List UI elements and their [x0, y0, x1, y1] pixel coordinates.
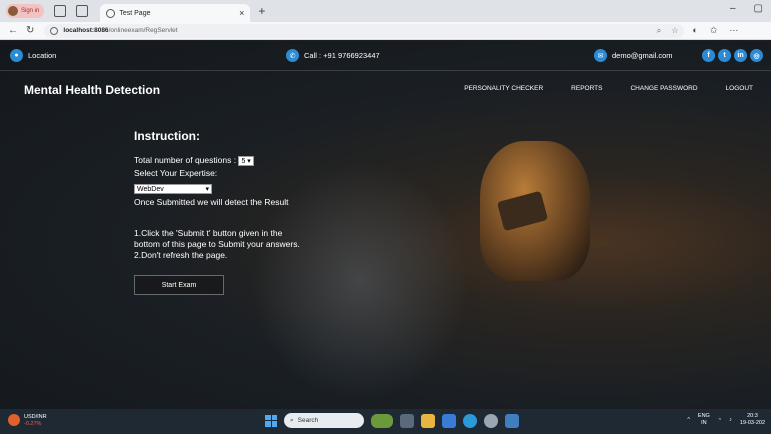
zoom-icon[interactable]: ⌕ [657, 26, 661, 36]
menu-change-password[interactable]: CHANGE PASSWORD [630, 85, 697, 92]
facebook-icon[interactable]: f [702, 49, 715, 62]
task-view-icon[interactable] [400, 413, 414, 428]
twitter-icon[interactable]: t [718, 49, 731, 62]
os-taskbar: USD/INR -0.27% ⌕ Search ^ ENG IN ◔ ♪ 20:… [0, 409, 771, 434]
expertise-label: Select Your Expertise: [134, 168, 218, 178]
total-questions-label: Total number of questions : [134, 155, 237, 165]
search-icon: ⌕ [290, 416, 294, 424]
total-questions-select[interactable]: 5 ▾ [238, 155, 254, 166]
edge-icon[interactable] [463, 413, 477, 428]
tab-test-page[interactable]: Test Page × [100, 4, 251, 22]
lang-label: ENG [697, 413, 710, 419]
new-tab-button[interactable]: + [258, 4, 265, 18]
globe-icon [106, 8, 116, 18]
minimize-icon[interactable]: – [730, 3, 736, 14]
maximize-icon[interactable]: ▢ [754, 3, 763, 14]
expertise-select[interactable]: WebDev ▾ [134, 184, 212, 195]
wifi-icon[interactable]: ◔ [718, 417, 721, 424]
vscode-icon[interactable] [505, 413, 519, 428]
widget-landscape-icon[interactable] [371, 413, 393, 428]
contact-infobar: ● Location ✆ Call : +91 9766923447 ✉ dem… [0, 41, 771, 71]
phone-icon: ✆ [286, 49, 299, 62]
ticker-icon [8, 414, 20, 426]
once-submitted-text: Once Submitted we will detect the Result [134, 197, 289, 207]
clock-date: 19-03-202 [739, 420, 765, 426]
info-icon[interactable] [50, 26, 59, 35]
menu-reports[interactable]: REPORTS [571, 85, 602, 92]
rule-1: 1.Click the 'Submit t' button given in t… [134, 228, 300, 249]
store-icon[interactable] [442, 413, 456, 428]
menu-personality-checker[interactable]: PERSONALITY CHECKER [464, 85, 543, 92]
expertise-value: WebDev [137, 186, 164, 194]
system-tray: ^ ENG IN ◔ ♪ 20:3 19-03-202 [687, 413, 765, 427]
mail-icon: ✉ [594, 49, 607, 62]
back-icon[interactable]: ← [8, 25, 18, 36]
language-indicator[interactable]: ENG IN [698, 413, 710, 427]
location-info: ● Location [10, 49, 56, 62]
site-brand[interactable]: Mental Health Detection [24, 83, 160, 97]
workspaces-icon[interactable] [54, 5, 67, 17]
reload-icon[interactable]: ↻ [26, 25, 34, 36]
clock-time: 20:3 [747, 413, 758, 419]
region-label: IN [701, 420, 707, 426]
tab-actions-icon[interactable] [76, 5, 89, 17]
windows-start-icon[interactable] [265, 414, 277, 427]
avatar [8, 6, 18, 16]
address-bar: ← ↻ localhost:8086 /onlineexam/RegServle… [0, 22, 771, 40]
copilot-icon[interactable]: ◐ [692, 25, 697, 36]
location-text: Location [28, 51, 57, 60]
location-pin-icon: ● [10, 49, 23, 62]
settings-icon[interactable] [484, 413, 498, 428]
start-exam-button[interactable]: Start Exam [134, 275, 224, 295]
url-host: localhost:8086 [63, 27, 109, 34]
instruction-heading: Instruction: [134, 129, 200, 143]
file-explorer-icon[interactable] [421, 413, 435, 428]
close-tab-icon[interactable]: × [239, 8, 244, 18]
main-menu: PERSONALITY CHECKER REPORTS CHANGE PASSW… [464, 85, 753, 92]
instagram-icon[interactable]: ◎ [750, 49, 763, 62]
ticker-label: USD/INR [24, 414, 47, 420]
url-field[interactable]: localhost:8086 /onlineexam/RegServlet ⌕ … [44, 23, 685, 38]
chevron-up-icon[interactable]: ^ [687, 417, 690, 424]
url-path: /onlineexam/RegServlet [108, 27, 178, 34]
total-questions-row: Total number of questions : 5 ▾ [134, 155, 304, 166]
ticker-widget[interactable]: USD/INR -0.27% [8, 414, 47, 428]
rule-2: 2.Don't refresh the page. [134, 250, 228, 260]
taskbar-apps: ⌕ Search [265, 413, 519, 428]
profile-label: Sign in [21, 8, 40, 14]
clock[interactable]: 20:3 19-03-202 [740, 413, 765, 427]
total-questions-value: 5 [241, 157, 246, 165]
taskbar-search[interactable]: ⌕ Search [284, 413, 364, 428]
email-info: ✉ demo@gmail.com [594, 49, 673, 62]
tab-title: Test Page [119, 9, 151, 17]
call-text: Call : +91 9766923447 [304, 51, 380, 60]
web-page: ● Location ✆ Call : +91 9766923447 ✉ dem… [0, 41, 771, 409]
linkedin-icon[interactable]: in [734, 49, 747, 62]
ticker-change: -0.27% [24, 421, 42, 427]
email-text[interactable]: demo@gmail.com [612, 51, 673, 60]
favorites-icon[interactable]: ✩ [710, 25, 718, 36]
social-links: f t in ◎ [702, 49, 763, 62]
call-info: ✆ Call : +91 9766923447 [286, 49, 380, 62]
menu-logout[interactable]: LOGOUT [726, 85, 753, 92]
window-controls: – ▢ [730, 3, 763, 14]
profile-button[interactable]: Sign in [6, 4, 45, 18]
more-icon[interactable]: ⋯ [729, 25, 738, 36]
instruction-panel: Instruction: Total number of questions :… [134, 129, 304, 295]
search-placeholder: Search [297, 417, 319, 424]
browser-tab-strip: Sign in Test Page × + – ▢ [0, 0, 771, 22]
favorite-icon[interactable]: ☆ [671, 26, 678, 36]
volume-icon[interactable]: ♪ [729, 417, 732, 424]
